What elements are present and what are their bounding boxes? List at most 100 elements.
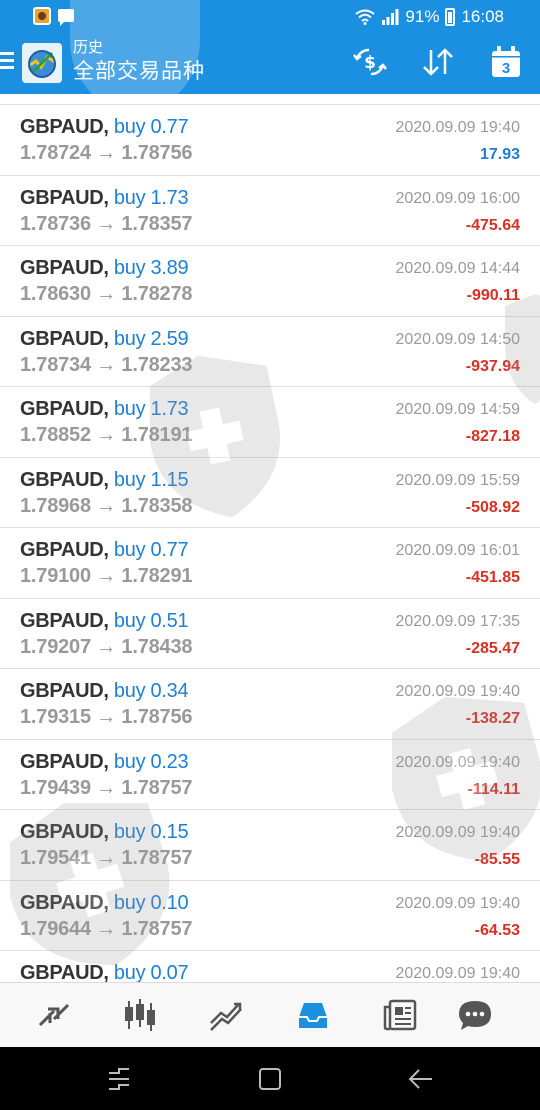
trade-volume: 3.89	[150, 257, 189, 279]
trade-title: GBPAUD, buy 1.73	[20, 398, 189, 421]
trade-side: buy	[113, 468, 146, 491]
trade-profit: -827.18	[465, 428, 520, 445]
trade-title: GBPAUD, buy 0.77	[20, 539, 189, 562]
back-icon[interactable]	[407, 1065, 435, 1093]
menu-icon[interactable]	[0, 52, 14, 72]
trade-side: buy	[113, 539, 146, 561]
open-price: 1.79644	[20, 917, 91, 940]
trade-row[interactable]: GBPAUD, buy 0.07 2020.09.09 19:40	[0, 951, 540, 982]
trade-row[interactable]: GBPAUD, buy 0.23 1.79439 → 1.78757 2020.09…	[0, 740, 540, 810]
trade-row[interactable]: GBPAUD, buy 0.77 1.79100 → 1.78291 2020.09…	[0, 528, 540, 599]
open-price: 1.78630	[20, 283, 91, 305]
trade-volume: 2.59	[150, 327, 189, 350]
currency-exchange-icon[interactable]: $	[352, 44, 388, 80]
trade-time: 2020.09.09 19:40	[395, 119, 520, 136]
calendar-day: 3	[502, 60, 510, 77]
trade-time: 2020.09.09 19:40	[395, 753, 520, 771]
trade-symbol: GBPAUD,	[20, 891, 109, 914]
trade-row[interactable]: GBPAUD, buy 0.77 1.78724 → 1.78756 2020.09…	[0, 105, 540, 176]
recent-apps-icon[interactable]	[105, 1065, 133, 1093]
trade-profit: -138.27	[465, 710, 520, 727]
chart-icon[interactable]	[122, 997, 158, 1033]
trade-row[interactable]: GBPAUD, buy 0.34 1.79315 → 1.78756 2020.09…	[0, 669, 540, 740]
trade-row[interactable]: GBPAUD, buy 0.10 1.79644 → 1.78757 2020.09…	[0, 881, 540, 951]
home-icon[interactable]	[256, 1065, 284, 1093]
close-price: 1.78357	[121, 212, 193, 235]
close-price: 1.78291	[121, 565, 193, 587]
trade-volume: 1.15	[150, 468, 189, 491]
trade-title: GBPAUD, buy 3.89	[20, 257, 189, 280]
chat-icon[interactable]	[457, 997, 493, 1033]
news-icon[interactable]	[382, 997, 418, 1033]
trade-side: buy	[113, 821, 146, 843]
trade-row[interactable]: GBPAUD, buy 1.73 1.78736 → 1.78357 2020.09…	[0, 176, 540, 246]
trade-prices: 1.79207 → 1.78438	[20, 636, 193, 659]
trade-icon[interactable]	[208, 997, 244, 1033]
trade-history-list[interactable]: GBPAUD, buy 0.77 1.78724 → 1.78756 2020.09…	[0, 94, 540, 982]
trade-side: buy	[113, 962, 146, 982]
history-icon[interactable]	[295, 997, 331, 1033]
calendar-icon[interactable]: 3	[488, 44, 524, 80]
trade-title: GBPAUD, buy 0.15	[20, 821, 189, 844]
trade-prices: 1.78968 → 1.78358	[20, 494, 193, 518]
trade-prices: 1.78734 → 1.78233	[20, 353, 193, 377]
close-price: 1.78358	[121, 494, 193, 517]
trade-title: GBPAUD, buy 0.10	[20, 891, 189, 915]
trade-time: 2020.09.09 14:59	[395, 401, 520, 418]
trade-profit: -451.85	[465, 569, 520, 586]
trade-title: GBPAUD, buy 1.15	[20, 468, 189, 492]
trade-volume: 0.07	[150, 962, 189, 982]
trade-title: GBPAUD, buy 0.07	[20, 962, 189, 982]
trade-title: GBPAUD, buy 0.23	[20, 750, 189, 774]
open-price: 1.78852	[20, 424, 91, 446]
metatrader-logo-icon[interactable]	[22, 43, 62, 83]
trade-side: buy	[113, 750, 146, 773]
arrow-right-icon: →	[90, 212, 122, 235]
trade-symbol: GBPAUD,	[20, 257, 109, 279]
trade-volume: 0.34	[150, 680, 189, 702]
trade-volume: 1.73	[150, 186, 189, 209]
trade-side: buy	[113, 257, 146, 279]
battery-percent: 91%	[405, 7, 440, 26]
trade-row[interactable]: GBPAUD, buy 0.15 1.79541 → 1.78757 2020.09…	[0, 810, 540, 881]
trade-profit: -64.53	[474, 921, 520, 939]
open-price: 1.79439	[20, 776, 91, 799]
open-price: 1.78724	[20, 142, 91, 164]
trade-prices: 1.79100 → 1.78291	[20, 565, 193, 588]
system-navigation-bar	[0, 1047, 540, 1110]
notification-app-icon	[33, 7, 51, 25]
symbol-filter[interactable]: 全部交易品种	[73, 58, 205, 86]
trade-prices: 1.79541 → 1.78757	[20, 847, 193, 870]
arrow-right-icon: →	[90, 565, 122, 587]
clock: 16:08	[461, 7, 504, 26]
close-price: 1.78233	[121, 353, 193, 376]
trade-title: GBPAUD, buy 0.51	[20, 610, 189, 633]
trade-time: 2020.09.09 15:59	[395, 471, 520, 489]
trade-profit: -475.64	[465, 216, 520, 234]
arrow-right-icon: →	[90, 353, 122, 376]
trade-row[interactable]: GBPAUD, buy 1.73 1.78852 → 1.78191 2020.09…	[0, 387, 540, 458]
open-price: 1.79100	[20, 565, 91, 587]
trade-title: GBPAUD, buy 1.73	[20, 186, 189, 210]
trade-prices: 1.78852 → 1.78191	[20, 424, 193, 447]
close-price: 1.78757	[121, 776, 193, 799]
trade-row[interactable]: GBPAUD, buy 2.59 1.78734 → 1.78233 2020.09…	[0, 317, 540, 387]
status-bar: 91% 16:08	[0, 0, 540, 34]
trade-row[interactable]: GBPAUD, buy 1.15 1.78968 → 1.78358 2020.09…	[0, 458, 540, 528]
trade-profit: -937.94	[465, 357, 520, 375]
battery-icon	[445, 8, 456, 26]
trade-row[interactable]: GBPAUD, buy 3.89 1.78630 → 1.78278 2020.09…	[0, 246, 540, 317]
trade-prices: 1.78724 → 1.78756	[20, 142, 193, 165]
trade-prices: 1.79315 → 1.78756	[20, 706, 193, 729]
trade-symbol: GBPAUD,	[20, 750, 109, 773]
quotes-icon[interactable]	[36, 997, 72, 1033]
sort-icon[interactable]	[420, 44, 456, 80]
trade-profit: -990.11	[466, 287, 520, 304]
trade-time: 2020.09.09 14:44	[395, 260, 520, 277]
signal-icon	[382, 9, 399, 25]
page-title: 历史	[73, 39, 104, 56]
trade-time: 2020.09.09 16:00	[395, 189, 520, 207]
trade-prices: 1.78630 → 1.78278	[20, 283, 193, 306]
trade-volume: 0.10	[150, 891, 189, 914]
trade-row[interactable]: GBPAUD, buy 0.51 1.79207 → 1.78438 2020.09…	[0, 599, 540, 669]
